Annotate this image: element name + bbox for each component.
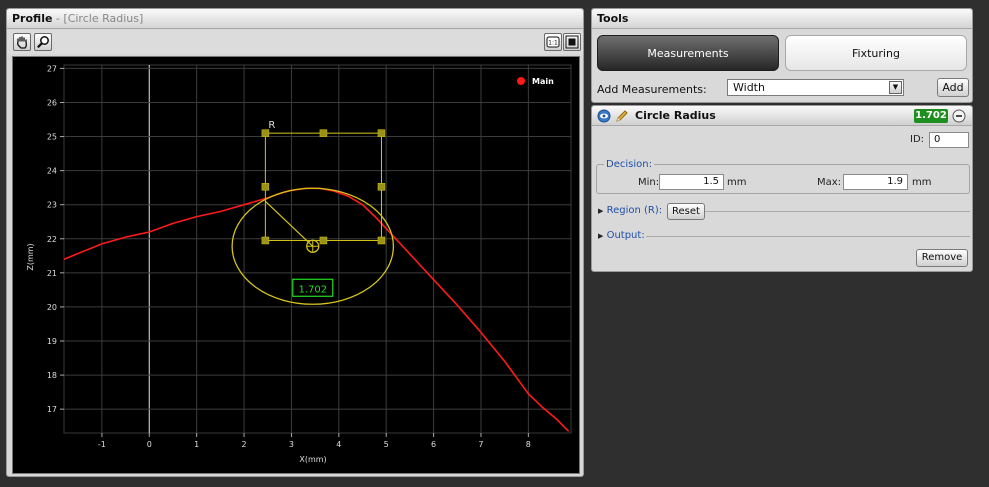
x-tick-label: 1 [194,440,199,449]
circle-radius-title: Circle Radius [635,109,716,122]
measurement-type-value: Width [733,81,765,94]
remove-button[interactable]: Remove [916,249,968,267]
y-axis-label: Z(mm) [26,243,35,270]
radius-value-label: 1.702 [298,284,327,295]
pencil-edit-icon[interactable] [615,109,629,123]
region-handle[interactable] [319,236,328,245]
y-tick-label: 23 [47,201,57,210]
max-input[interactable]: 1.9 [843,174,908,190]
add-measurements-label: Add Measurements: [597,83,707,96]
circle-radius-header: Circle Radius 1.702 [592,106,972,126]
measurement-type-select[interactable]: Width ▼ [727,79,904,96]
region-handle[interactable] [261,236,270,245]
x-tick-label: 3 [289,440,294,449]
y-tick-label: 26 [47,98,57,107]
y-tick-label: 19 [47,337,57,346]
region-handle[interactable] [377,183,386,191]
x-tick-label: -1 [98,440,106,449]
pan-hand-button[interactable] [13,33,31,51]
output-label: Output: [606,230,645,241]
x-tick-label: 2 [242,440,247,449]
min-unit: mm [727,177,747,188]
legend-main-label: Main [532,77,554,86]
x-tick-label: 0 [147,440,152,449]
y-tick-label: 18 [47,371,57,380]
fit-screen-icon [565,35,579,49]
fit-view-button[interactable] [563,33,581,51]
region-handle[interactable] [319,129,328,137]
legend-main-marker [517,77,525,85]
zoom-1to1-button[interactable]: 1:1 [544,33,562,51]
x-tick-label: 8 [526,440,531,449]
region-handle[interactable] [261,183,270,191]
min-label: Min: [638,177,660,188]
y-tick-label: 24 [47,167,57,176]
chevron-down-icon[interactable]: ▼ [889,81,902,94]
actual-size-icon: 1:1 [546,36,560,48]
radius-line [264,200,314,247]
y-tick-label: 25 [47,133,57,142]
region-r-label: R [268,120,275,131]
region-label: Region (R): [606,205,663,216]
tools-title: Tools [592,9,972,29]
profile-panel: Profile - [Circle Radius] 1:1 -1 0 1 2 3… [6,8,584,477]
expand-arrow-icon: ▶ [598,232,604,240]
main-profile-line [63,187,570,432]
profile-panel-header: Profile - [Circle Radius] [7,9,583,29]
reset-button[interactable]: Reset [667,203,705,220]
tab-fixturing[interactable]: Fixturing [785,35,967,71]
profile-title: Profile [12,12,53,25]
magnifier-icon [37,36,49,49]
region-box[interactable] [264,132,382,241]
id-input[interactable]: 0 [929,132,969,148]
id-label: ID: [910,134,925,145]
region-handle[interactable] [377,236,386,245]
profile-toolbar: 1:1 [7,30,583,54]
profile-plot[interactable]: -1 0 1 2 3 4 5 6 7 8 17 18 19 20 21 22 23 24 25 26 27 X(mm) … [12,56,580,474]
output-expand-toggle[interactable]: ▶ Output: [598,230,645,241]
x-tick-label: 4 [336,440,341,449]
x-tick-label: 5 [384,440,389,449]
circle-radius-panel: Circle Radius 1.702 ID: 0 Decision: Min:… [591,105,973,272]
visibility-eye-icon[interactable] [597,109,611,123]
add-button[interactable]: Add [937,78,969,97]
region-handle[interactable] [377,129,386,137]
y-tick-label: 17 [47,405,57,414]
y-tick-label: 27 [47,64,57,73]
max-unit: mm [912,177,932,188]
min-input[interactable]: 1.5 [659,174,724,190]
x-tick-label: 7 [478,440,483,449]
y-tick-label: 21 [47,269,57,278]
y-tick-label: 22 [47,235,57,244]
profile-chart: -1 0 1 2 3 4 5 6 7 81718192021222324252627 X(mm) … [26,64,572,464]
zoom-button[interactable] [34,33,52,51]
decision-legend: Decision: [604,159,654,170]
tab-measurements[interactable]: Measurements [597,35,779,71]
max-label: Max: [817,177,842,188]
x-tick-label: 6 [431,440,436,449]
region-divider [704,211,970,212]
region-expand-toggle[interactable]: ▶ Region (R): [598,205,662,216]
profile-subtitle: - [Circle Radius] [52,12,144,25]
y-tick-label: 20 [47,303,57,312]
expand-arrow-icon: ▶ [598,207,604,215]
measurement-value-badge: 1.702 [914,109,948,123]
tools-panel: Tools Measurements Fixturing Add Measure… [591,8,973,103]
hand-icon [17,36,27,49]
svg-text:1:1: 1:1 [548,40,558,47]
x-axis-label: X(mm) [299,455,326,464]
output-divider [646,236,970,237]
collapse-minus-icon[interactable] [952,109,966,123]
